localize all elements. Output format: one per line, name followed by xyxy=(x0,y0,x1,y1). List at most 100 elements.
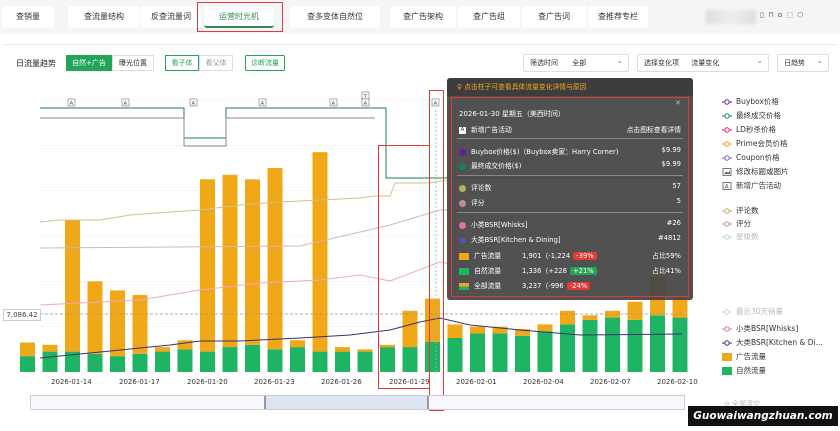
legend-label: Prime会员价格 xyxy=(736,139,788,148)
ad-traffic-bar[interactable] xyxy=(560,310,575,325)
tooltip-ad-traffic-pct: -39% xyxy=(573,252,597,260)
legend-label: 小类BSR[Whisks] xyxy=(736,324,799,333)
organic-traffic-bar[interactable] xyxy=(605,317,620,372)
organic-traffic-bar[interactable] xyxy=(267,349,283,372)
ad-traffic-bar[interactable] xyxy=(222,174,238,348)
ad-traffic-bar[interactable] xyxy=(132,294,148,354)
organic-traffic-bar[interactable] xyxy=(222,347,238,372)
legend-item[interactable]: 自然流量 xyxy=(722,365,766,376)
tooltip-total: 全部流量 3,237（-996 -24% xyxy=(459,280,591,290)
organic-traffic-bar[interactable] xyxy=(200,351,215,372)
tooltip-ad-traffic-label: 广告流量 xyxy=(474,252,502,260)
ad-traffic-bar[interactable] xyxy=(672,297,688,318)
tooltip-organic: 自然流量 1,336（+228 +21% xyxy=(459,265,597,275)
organic-traffic-bar[interactable] xyxy=(380,347,395,372)
organic-traffic-bar[interactable] xyxy=(447,338,463,372)
ad-traffic-bar[interactable] xyxy=(110,290,125,357)
legend-item[interactable]: 广告流量 xyxy=(722,351,766,362)
scrollbar-thumb[interactable] xyxy=(264,396,429,409)
ad-traffic-bar[interactable] xyxy=(87,281,103,354)
legend-item[interactable]: 修改标题或图片 xyxy=(722,166,789,177)
ad-traffic-bar[interactable] xyxy=(537,324,553,332)
organic-traffic-bar[interactable] xyxy=(492,333,508,372)
tooltip-ad-traffic: 广告流量 1,901（-1,224 -39% xyxy=(459,250,597,260)
legend-label: 最近30天销量 xyxy=(736,307,784,316)
svg-text:A: A xyxy=(364,101,368,107)
ad-traffic-bar[interactable] xyxy=(312,152,328,352)
ad-traffic-bar[interactable] xyxy=(290,340,305,348)
legend-item[interactable]: LD秒杀价格 xyxy=(722,124,776,135)
legend-item[interactable]: 最近30天销量 xyxy=(722,306,783,317)
ad-traffic-bar[interactable] xyxy=(335,347,350,352)
ad-traffic-bar[interactable] xyxy=(65,220,80,352)
organic-traffic-bar[interactable] xyxy=(627,319,643,372)
tooltip-total-pct: -24% xyxy=(566,282,591,290)
organic-traffic-bar[interactable] xyxy=(42,351,58,372)
organic-traffic-bar[interactable] xyxy=(87,353,103,372)
tooltip-organic-share: 占比41% xyxy=(652,267,681,275)
tooltip-ad-event-text: 新增广告活动 xyxy=(471,126,512,134)
organic-traffic-bar[interactable] xyxy=(537,331,553,372)
legend-item[interactable]: 大类BSR[Kitchen & Di... xyxy=(722,337,823,348)
ad-icon: A xyxy=(722,182,732,190)
organic-traffic-bar[interactable] xyxy=(177,349,193,372)
ad-traffic-bar[interactable] xyxy=(177,340,193,350)
ad-traffic-bar[interactable] xyxy=(357,349,373,352)
timeline-scrollbar[interactable] xyxy=(30,395,685,410)
svg-text:A: A xyxy=(434,101,438,107)
organic-traffic-bar[interactable] xyxy=(425,341,440,372)
x-tick: 2026-01-23 xyxy=(254,378,295,386)
organic-traffic-bar[interactable] xyxy=(470,333,485,372)
ad-traffic-bar[interactable] xyxy=(380,344,395,348)
organic-traffic-bar[interactable] xyxy=(402,347,418,372)
organic-traffic-bar[interactable] xyxy=(110,356,125,372)
tooltip-ad-link[interactable]: 点击图标查看详情 xyxy=(627,124,681,134)
organic-traffic-bar[interactable] xyxy=(245,344,260,372)
organic-traffic-bar[interactable] xyxy=(582,319,598,372)
ad-traffic-bar[interactable] xyxy=(402,310,418,348)
x-tick: 2026-02-07 xyxy=(590,378,631,386)
organic-traffic-bar[interactable] xyxy=(155,351,170,372)
legend-item[interactable]: Buybox价格 xyxy=(722,96,779,107)
ad-traffic-bar[interactable] xyxy=(155,347,170,352)
organic-traffic-bar[interactable] xyxy=(132,353,148,372)
tooltip-ad-traffic-value: 1,901（-1,224 xyxy=(522,252,571,260)
x-tick: 2026-02-04 xyxy=(523,378,564,386)
legend-item[interactable]: A 新增广告活动 xyxy=(722,180,781,191)
ad-event-markers: A A A A A T A A xyxy=(67,91,440,107)
legend-item[interactable]: Prime会员价格 xyxy=(722,138,787,149)
legend-item[interactable]: 最终成交价格 xyxy=(722,110,781,121)
svg-text:A: A xyxy=(124,101,128,107)
ad-traffic-bar[interactable] xyxy=(470,326,485,334)
tooltip-final-label: 最终成交价格($) xyxy=(471,162,522,170)
organic-traffic-bar[interactable] xyxy=(515,335,530,372)
ad-traffic-bar[interactable] xyxy=(267,168,283,350)
legend-item[interactable]: 评分 xyxy=(722,218,751,229)
tooltip-reviews-value: 57 xyxy=(672,182,681,190)
x-tick: 2026-02-10 xyxy=(657,378,698,386)
tooltip-rating: 评分 xyxy=(459,197,485,207)
organic-traffic-bar[interactable] xyxy=(650,315,665,372)
legend-item[interactable]: 评论数 xyxy=(722,205,759,216)
organic-traffic-bar[interactable] xyxy=(20,356,35,372)
tooltip-main-bsr-value: #4812 xyxy=(658,234,681,242)
ad-traffic-bar[interactable] xyxy=(582,315,598,320)
organic-traffic-bar[interactable] xyxy=(672,317,688,372)
organic-traffic-bar[interactable] xyxy=(312,351,328,372)
close-icon[interactable]: ✕ xyxy=(675,99,681,107)
tooltip-total-value: 3,237（-996 xyxy=(522,282,564,290)
organic-traffic-bar[interactable] xyxy=(290,347,305,372)
organic-traffic-bar[interactable] xyxy=(560,324,575,372)
tooltip: ♀ 点击柱子可查看具体流量变化详情与原因 ✕ 2026-01-30 星期五（美西… xyxy=(447,78,693,300)
ad-traffic-bar[interactable] xyxy=(447,324,463,338)
legend-item[interactable]: Coupon价格 xyxy=(722,152,780,163)
legend-item[interactable]: 小类BSR[Whisks] xyxy=(722,323,798,334)
organic-traffic-bar[interactable] xyxy=(357,351,373,372)
ad-traffic-bar[interactable] xyxy=(42,344,58,352)
ad-traffic-bar[interactable] xyxy=(627,301,643,320)
ad-traffic-bar[interactable] xyxy=(200,179,215,352)
legend-item[interactable]: 星级数 xyxy=(722,231,759,242)
buybox-price-line xyxy=(40,117,375,147)
organic-traffic-bar[interactable] xyxy=(335,351,350,372)
ad-traffic-bar[interactable] xyxy=(20,342,35,357)
